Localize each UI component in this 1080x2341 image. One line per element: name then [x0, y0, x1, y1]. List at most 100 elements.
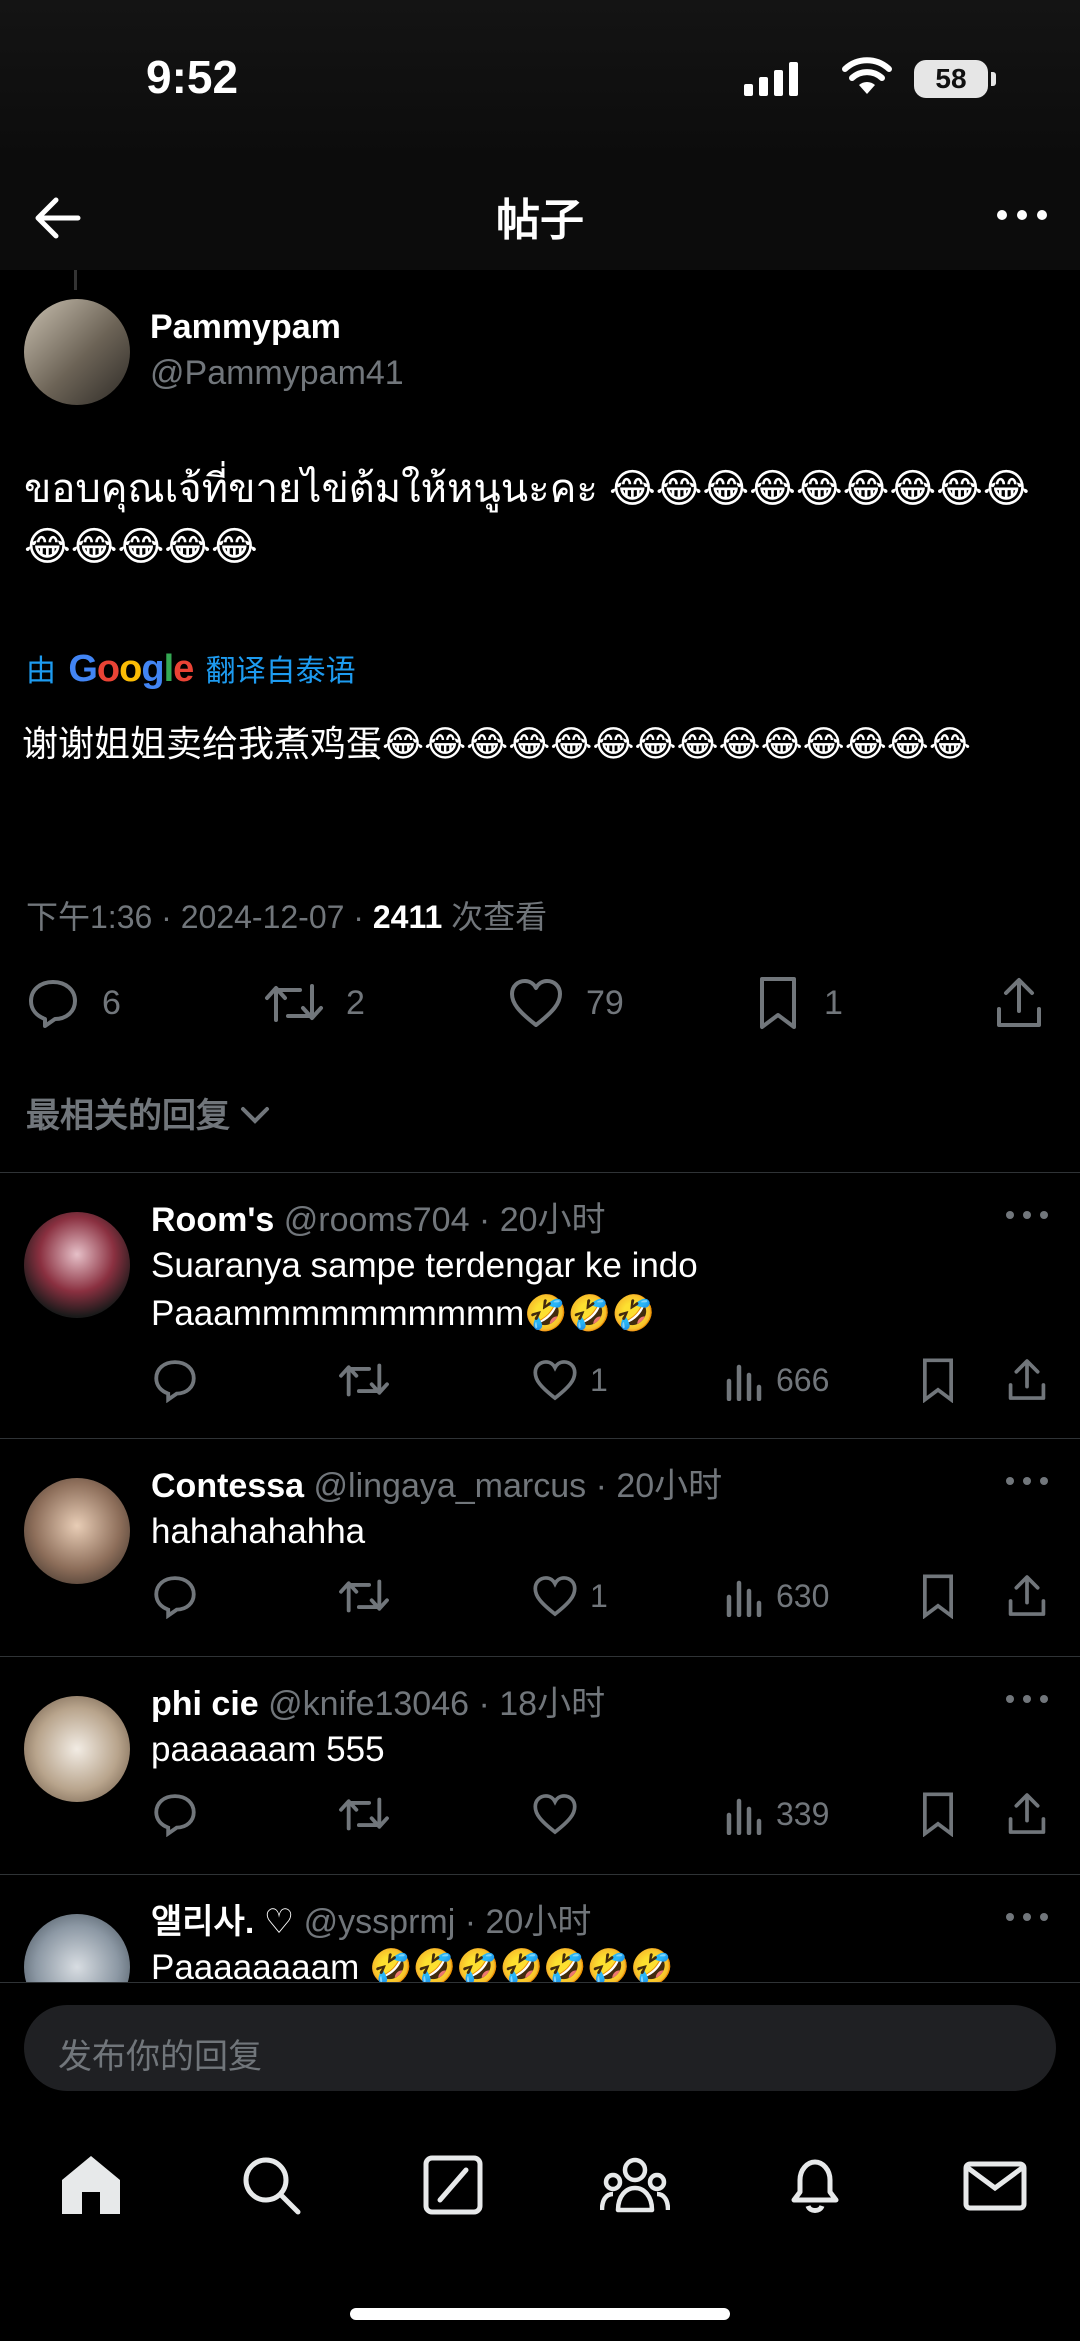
bookmark-button[interactable]	[918, 1784, 970, 1844]
reply-text: Suaranya sampe terdengar ke indo Paaammm…	[151, 1246, 698, 1333]
bookmark-count: 1	[824, 983, 843, 1022]
reply-icon	[29, 980, 77, 1028]
reply-button[interactable]: 6	[26, 970, 121, 1036]
battery-indicator: 58	[914, 60, 996, 98]
analytics-icon	[726, 1580, 762, 1617]
reply-header: phi cie @knife13046 · 18小时	[151, 1676, 605, 1725]
reply-button[interactable]	[152, 1784, 210, 1844]
translate-prefix: 由	[26, 655, 56, 688]
views-button[interactable]: 666	[724, 1350, 829, 1410]
author-avatar[interactable]	[24, 299, 130, 405]
like-button[interactable]: 79	[508, 970, 624, 1036]
share-button[interactable]	[1006, 1566, 1060, 1626]
translation-attribution[interactable]: 由 Google 翻译自泰语	[26, 646, 356, 691]
reply-item[interactable]: phi cie @knife13046 · 18小时 paaaaaam 555 …	[0, 1656, 1080, 1874]
reply-count: 6	[102, 983, 121, 1022]
reply-author-name[interactable]: Contessa	[151, 1467, 304, 1505]
reply-handle-time[interactable]: @lingaya_marcus · 20小时	[314, 1467, 723, 1505]
reply-author-name[interactable]: 앨리사. ♡	[151, 1903, 294, 1941]
more-options-icon[interactable]	[1004, 1910, 1050, 1924]
repost-button[interactable]	[338, 1784, 402, 1844]
bookmark-icon	[760, 977, 796, 1029]
views-label: 次查看	[442, 899, 548, 935]
more-options-icon[interactable]	[1004, 1474, 1050, 1488]
author-handle[interactable]: @Pammypam41	[150, 354, 404, 393]
page-title: 帖子	[496, 196, 584, 245]
google-logo: Google	[68, 648, 194, 690]
views-count: 2411	[372, 899, 443, 935]
views-button[interactable]: 339	[724, 1784, 829, 1844]
reply-item[interactable]: Room's @rooms704 · 20小时 Suaranya sampe t…	[0, 1172, 1080, 1438]
reply-text: Paaaaaaaam 🤣🤣🤣🤣🤣🤣🤣	[151, 1948, 675, 1982]
views-button[interactable]: 630	[724, 1566, 829, 1626]
notifications-icon[interactable]	[780, 2150, 850, 2220]
bookmark-icon	[923, 1574, 953, 1619]
repost-icon	[339, 1797, 389, 1831]
views-count: 630	[776, 1577, 830, 1614]
heart-icon	[510, 979, 562, 1027]
reply-author-name[interactable]: phi cie	[151, 1685, 259, 1723]
repost-button[interactable]: 2	[264, 970, 365, 1036]
grok-icon[interactable]	[418, 2150, 488, 2220]
home-icon[interactable]	[56, 2150, 126, 2220]
divider	[0, 1982, 1080, 1983]
reply-text: hahahahahha	[151, 1512, 366, 1551]
share-icon	[997, 978, 1041, 1027]
reply-item[interactable]: 앨리사. ♡ @yssprmj · 20小时 Paaaaaaaam 🤣🤣🤣🤣🤣🤣…	[0, 1874, 1080, 1982]
repost-button[interactable]	[338, 1350, 402, 1410]
status-time: 9:52	[146, 51, 239, 103]
reply-handle-time[interactable]: @rooms704 · 20小时	[284, 1201, 606, 1239]
replies-sort-dropdown[interactable]: 最相关的回复	[26, 1088, 271, 1137]
reply-avatar[interactable]	[24, 1914, 130, 1982]
more-options-icon[interactable]	[1004, 1692, 1050, 1706]
repost-icon	[339, 1363, 389, 1397]
repost-count: 2	[346, 983, 365, 1022]
repost-button[interactable]	[338, 1566, 402, 1626]
share-button[interactable]	[1006, 1784, 1060, 1844]
reply-icon	[154, 1360, 196, 1403]
translated-text: 谢谢姐姐卖给我煮鸡蛋😂😂😂😂😂😂😂😂😂😂😂😂😂😂	[22, 723, 971, 764]
share-button[interactable]	[1006, 1350, 1060, 1410]
views-count: 339	[776, 1795, 830, 1832]
post-meta: 下午1:36 · 2024-12-07 · 2411 次查看	[26, 892, 547, 938]
cellular-signal-icon	[744, 62, 798, 96]
bookmark-icon	[923, 1358, 953, 1403]
share-button[interactable]	[994, 970, 1066, 1036]
post-actions: 6 2 79 1	[0, 970, 1080, 1036]
reply-header: Contessa @lingaya_marcus · 20小时	[151, 1458, 722, 1507]
like-button[interactable]: 1	[532, 1566, 608, 1626]
reply-author-name[interactable]: Room's	[151, 1201, 274, 1239]
messages-icon[interactable]	[960, 2150, 1030, 2220]
more-options-icon[interactable]	[992, 190, 1052, 240]
post-timestamp: 下午1:36 · 2024-12-07 ·	[26, 899, 373, 935]
analytics-icon	[726, 1364, 762, 1401]
reply-icon	[154, 1576, 196, 1619]
reply-header: 앨리사. ♡ @yssprmj · 20小时	[151, 1894, 591, 1943]
reply-item[interactable]: Contessa @lingaya_marcus · 20小时 hahahaha…	[0, 1438, 1080, 1656]
author-name[interactable]: Pammypam	[150, 308, 341, 347]
status-bar: 9:52 58	[0, 0, 1080, 160]
composer-placeholder: 发布你的回复	[58, 2038, 262, 2076]
reply-avatar[interactable]	[24, 1212, 130, 1318]
reply-button[interactable]	[152, 1566, 210, 1626]
like-button[interactable]	[532, 1784, 590, 1844]
like-count: 79	[586, 983, 624, 1022]
translate-suffix: 翻译自泰语	[205, 655, 356, 688]
repost-icon	[265, 984, 323, 1022]
reply-handle-time[interactable]: @yssprmj · 20小时	[304, 1903, 592, 1941]
bookmark-button[interactable]: 1	[754, 970, 843, 1036]
like-count: 1	[590, 1361, 608, 1398]
views-count: 666	[776, 1361, 830, 1398]
bookmark-button[interactable]	[918, 1566, 970, 1626]
repost-icon	[339, 1579, 389, 1613]
reply-composer[interactable]: 发布你的回复	[24, 2005, 1056, 2091]
bookmark-button[interactable]	[918, 1350, 970, 1410]
communities-icon[interactable]	[600, 2150, 670, 2220]
analytics-icon	[726, 1798, 762, 1835]
search-icon[interactable]	[236, 2150, 306, 2220]
reply-handle-time[interactable]: @knife13046 · 18小时	[268, 1685, 605, 1723]
reply-button[interactable]	[152, 1350, 210, 1410]
more-options-icon[interactable]	[1004, 1208, 1050, 1222]
like-button[interactable]: 1	[532, 1350, 608, 1410]
post-text: ขอบคุณเจ้ที่ขายไข่ต้มให้หนูนะคะ 😂😂😂😂😂😂😂😂…	[24, 467, 1030, 569]
